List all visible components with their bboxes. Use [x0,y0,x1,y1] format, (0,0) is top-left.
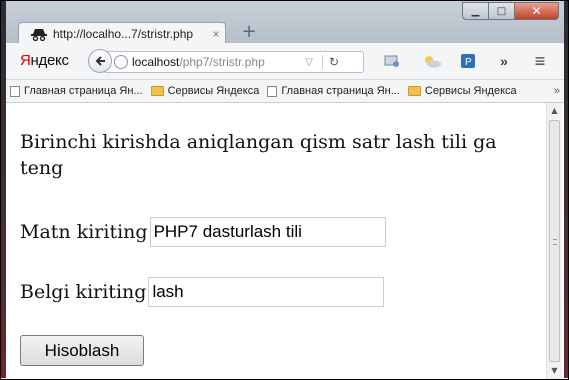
globe-icon [114,55,128,69]
weather-icon[interactable] [421,52,443,70]
maximize-button[interactable]: □ [489,2,515,20]
incognito-icon [31,26,47,42]
vertical-scrollbar[interactable]: ▲ ▼ [546,103,562,379]
overflow-chevron-icon[interactable]: » [495,52,513,70]
page-icon [267,85,278,97]
folder-icon [407,86,421,96]
bookmark-item[interactable]: Главная страница Ян... [267,85,400,97]
history-dropdown-icon[interactable]: ▽ [305,57,313,68]
browser-titlebar: http://localho...7/stristr.php × + ▁ □ ✕ [6,1,564,44]
scroll-down-icon[interactable]: ▼ [547,363,562,379]
tab-title: http://localho...7/stristr.php [53,26,194,41]
text-input-row: Matn kiriting [20,217,386,247]
folder-icon [150,86,164,96]
minimize-button[interactable]: ▁ [462,2,489,20]
text-input[interactable] [149,217,386,247]
bookmark-folder[interactable]: Сервисы Яндекса [150,85,259,97]
url-host: localhost [132,55,180,69]
tab-close-icon[interactable]: × [207,27,225,41]
bookmarks-bar: Главная страница Ян... Сервисы Яндекса Г… [6,80,564,103]
close-window-button[interactable]: ✕ [515,2,559,20]
downloads-icon[interactable] [383,52,401,70]
browser-tab[interactable]: http://localho...7/stristr.php × [18,22,226,44]
svg-text:P: P [465,57,472,68]
bookmarks-overflow-icon[interactable]: » [554,85,560,97]
submit-button[interactable]: Hisoblash [20,335,144,366]
urlbar-separator [322,55,323,69]
yandex-logo[interactable]: Яндекс [20,52,69,69]
result-text: Birinchi kirishda aniqlangan qism satr l… [20,131,497,179]
scroll-thumb[interactable] [549,120,560,362]
desktop-background-right [564,1,568,378]
bookmark-folder[interactable]: Сервисы Яндекса [407,85,517,97]
page-content: Birinchi kirishda aniqlangan qism satr l… [6,103,546,379]
url-path: /php7/stristr.php [179,55,265,69]
text-input-label: Matn kiriting [20,221,148,243]
extension-icon[interactable]: P [459,52,477,70]
navigation-toolbar: Яндекс localhost/php7/stristr.php ▽ ↻ P … [6,43,564,80]
menu-icon[interactable]: ≡ [530,51,550,71]
page-icon [10,85,20,97]
new-tab-button[interactable]: + [239,22,259,42]
back-arrow-icon [95,56,105,66]
char-input-label: Belgi kiriting [20,281,147,303]
back-button[interactable] [88,49,112,73]
bookmark-item[interactable]: Главная страница Ян... [10,85,143,97]
address-bar[interactable]: localhost/php7/stristr.php ▽ ↻ [105,51,364,73]
scroll-up-icon[interactable]: ▲ [547,103,562,119]
scroll-grip [553,239,557,245]
reload-icon[interactable]: ↻ [329,55,339,69]
window-controls: ▁ □ ✕ [462,2,559,22]
char-input-row: Belgi kiriting [20,277,385,307]
char-input[interactable] [148,277,385,307]
